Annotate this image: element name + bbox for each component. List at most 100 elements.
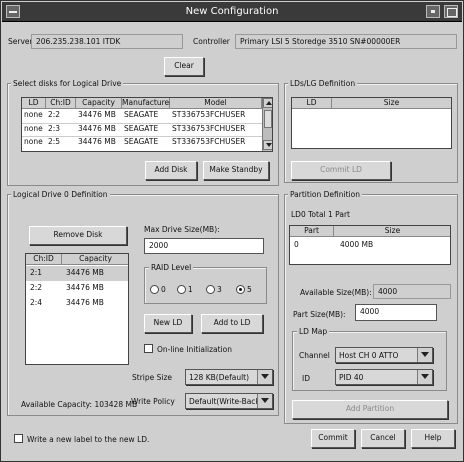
- raid-3-radio[interactable]: [206, 285, 215, 294]
- clear-button[interactable]: Clear: [164, 57, 204, 76]
- cell-capacity: 34476 MB: [78, 110, 116, 119]
- cell-model: ST336753FCHUSER: [172, 110, 246, 119]
- window-title: New Configuration: [185, 6, 279, 17]
- max-drive-size-label: Max Drive Size(MB):: [144, 225, 220, 234]
- table-row[interactable]: 2:1 34476 MB: [26, 266, 128, 281]
- stripe-size-select[interactable]: 128 KB(Default): [185, 369, 273, 385]
- cell-capacity: 34476 MB: [66, 283, 104, 292]
- max-drive-size-input[interactable]: 2000: [144, 238, 264, 254]
- cell-capacity: 34476 MB: [78, 137, 116, 146]
- raid-1-label: 1: [188, 285, 193, 294]
- col-header[interactable]: Size: [332, 98, 451, 109]
- server-label: Server: [8, 37, 33, 46]
- raid-level-label: RAID Level: [149, 263, 194, 272]
- cell-chid: 2:4: [30, 298, 43, 307]
- cell-chid: 2:2: [48, 110, 61, 119]
- cell-model: ST336753FCHUSER: [172, 137, 246, 146]
- part-size-label: Part Size(MB):: [293, 310, 346, 319]
- cell-chid: 2:5: [48, 137, 61, 146]
- new-ld-button[interactable]: New LD: [144, 314, 192, 333]
- write-policy-value: Default(Write-Back): [189, 397, 263, 406]
- scroll-up-icon[interactable]: [263, 98, 272, 108]
- col-header[interactable]: Part: [290, 226, 334, 237]
- ld-disks-table: Ch:ID Capacity 2:1 34476 MB 2:2 34476 MB…: [25, 253, 129, 365]
- remove-disk-button[interactable]: Remove Disk: [29, 226, 127, 245]
- col-header[interactable]: Manufacturer: [122, 98, 172, 109]
- available-size-label: Available Size(MB):: [300, 288, 372, 297]
- partition-def-label: Partition Definition: [288, 190, 362, 199]
- cell-ld: none: [24, 137, 43, 146]
- write-policy-select[interactable]: Default(Write-Back): [185, 393, 273, 409]
- ld-map-label: LD Map: [297, 327, 330, 336]
- maximize-icon[interactable]: [444, 5, 458, 18]
- table-row[interactable]: 0 4000 MB: [290, 238, 450, 252]
- col-header[interactable]: Model: [170, 98, 262, 109]
- col-header[interactable]: Capacity: [76, 98, 122, 109]
- table-row[interactable]: 2:2 34476 MB: [26, 281, 128, 296]
- new-configuration-window: New Configuration Server 206.235.238.101…: [0, 0, 464, 462]
- commit-button[interactable]: Commit: [311, 429, 355, 448]
- cancel-button[interactable]: Cancel: [361, 429, 405, 448]
- raid-0-label: 0: [161, 285, 166, 294]
- controller-label: Controller: [193, 37, 230, 46]
- col-header[interactable]: Ch:ID: [26, 254, 62, 265]
- cell-part: 0: [294, 240, 299, 249]
- commit-ld-button[interactable]: Commit LD: [291, 161, 391, 180]
- chevron-down-icon[interactable]: [257, 394, 272, 408]
- write-policy-label: Write Policy: [131, 397, 175, 406]
- online-initialization-checkbox[interactable]: [144, 344, 153, 353]
- write-label-checkbox[interactable]: [14, 434, 23, 443]
- add-disk-button[interactable]: Add Disk: [145, 161, 197, 180]
- cell-ld: none: [24, 124, 43, 133]
- ld-table: LD Size: [291, 97, 452, 149]
- raid-0-radio[interactable]: [150, 285, 159, 294]
- available-capacity-label: Available Capacity: 103428 MB: [21, 400, 138, 409]
- scroll-thumb[interactable]: [264, 110, 272, 128]
- cell-manufacturer: SEAGATE: [124, 124, 159, 133]
- ld-definition-label: LDs/LG Definition: [288, 79, 358, 88]
- select-disks-label: Select disks for Logical Drive: [11, 79, 124, 88]
- col-header[interactable]: Ch:ID: [46, 98, 76, 109]
- add-partition-button[interactable]: Add Partition: [292, 400, 448, 419]
- logical-drive-def-label: Logical Drive 0 Definition: [11, 190, 110, 199]
- online-initialization-label: On-line Initialization: [157, 345, 233, 354]
- cell-size: 4000 MB: [340, 240, 374, 249]
- table-row[interactable]: none 2:2 34476 MB SEAGATE ST336753FCHUSE…: [22, 110, 262, 121]
- write-label-text: Write a new label to the new LD.: [27, 435, 150, 444]
- cell-ld: none: [24, 110, 43, 119]
- cell-capacity: 34476 MB: [66, 268, 104, 277]
- raid-5-radio[interactable]: [236, 285, 245, 294]
- scroll-down-icon[interactable]: [263, 140, 272, 150]
- minimize-icon[interactable]: [426, 5, 440, 18]
- chevron-down-icon[interactable]: [417, 348, 432, 362]
- disks-table-scrollbar[interactable]: [262, 98, 272, 151]
- cell-capacity: 34476 MB: [66, 298, 104, 307]
- stripe-size-label: Stripe Size: [132, 373, 173, 382]
- cell-capacity: 34476 MB: [78, 124, 116, 133]
- chevron-down-icon[interactable]: [257, 370, 272, 384]
- chevron-down-icon[interactable]: [417, 370, 432, 384]
- raid-3-label: 3: [217, 285, 222, 294]
- raid-1-radio[interactable]: [177, 285, 186, 294]
- ld-total-label: LD0 Total 1 Part: [291, 210, 350, 219]
- server-field: 206.235.238.101 ITDK: [31, 34, 183, 49]
- make-standby-button[interactable]: Make Standby: [203, 161, 269, 180]
- channel-value: Host CH 0 ATTO: [339, 351, 399, 360]
- help-button[interactable]: Help: [411, 429, 455, 448]
- part-size-input[interactable]: 4000: [355, 304, 437, 321]
- partition-table: Part Size 0 4000 MB: [289, 225, 451, 265]
- disks-table: LD Ch:ID Capacity Manufacturer Model non…: [21, 97, 273, 152]
- add-to-ld-button[interactable]: Add to LD: [201, 314, 263, 333]
- id-select[interactable]: PID 40: [335, 369, 433, 385]
- stripe-size-value: 128 KB(Default): [189, 373, 250, 382]
- col-header[interactable]: LD: [22, 98, 46, 109]
- table-row[interactable]: 2:4 34476 MB: [26, 296, 128, 311]
- table-row[interactable]: none 2:3 34476 MB SEAGATE ST336753FCHUSE…: [22, 123, 262, 134]
- col-header[interactable]: Size: [334, 226, 450, 237]
- table-row[interactable]: none 2:5 34476 MB SEAGATE ST336753FCHUSE…: [22, 136, 262, 147]
- col-header[interactable]: LD: [292, 98, 332, 109]
- channel-select[interactable]: Host CH 0 ATTO: [335, 347, 433, 363]
- col-header[interactable]: Capacity: [62, 254, 128, 265]
- cell-manufacturer: SEAGATE: [124, 137, 159, 146]
- cell-chid: 2:3: [48, 124, 61, 133]
